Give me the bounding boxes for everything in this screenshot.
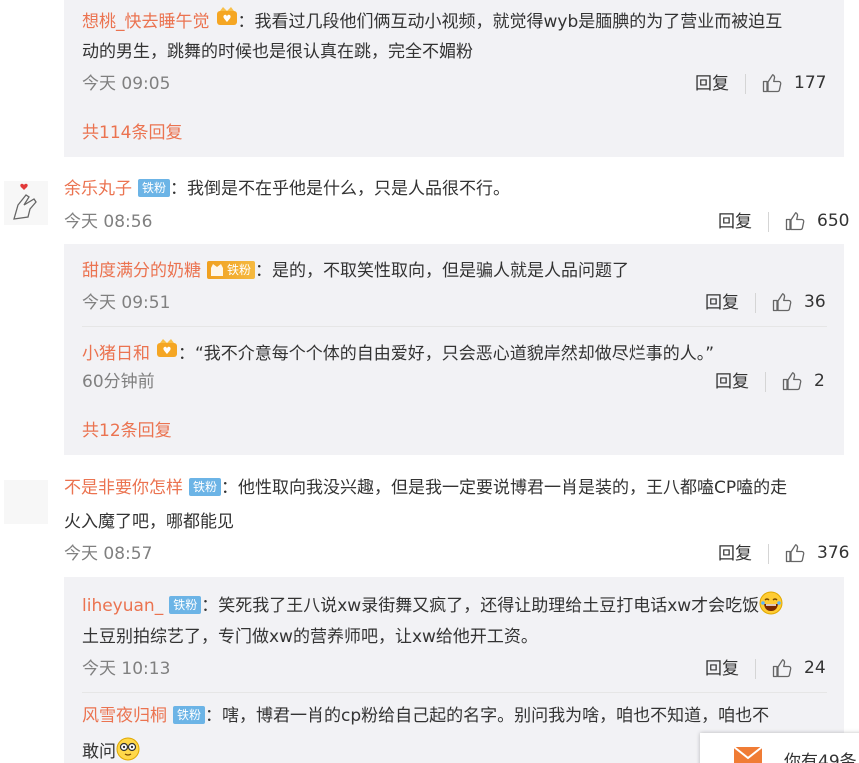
reply-text: ：是的，不取笑性取向，但是骗人就是人品问题了 — [255, 261, 630, 281]
gold-member-icon: ♥ — [156, 338, 178, 358]
reply-text: ：我看过几段他们俩互动小视频，就觉得wyb是腼腆的为了营业而被迫互 — [237, 12, 783, 32]
comment-username[interactable]: 不是非要你怎样 — [64, 478, 183, 498]
reply-button[interactable]: 回复 — [705, 658, 739, 680]
reply-content: 风雪夜归桐 铁粉 ：嗐，博君一肖的cp粉给自己起的名字。别问我为啥，咱也不知道，咱也… — [82, 704, 769, 728]
like-button[interactable]: 24 — [772, 657, 826, 679]
reply-text: ：笑死我了王八说xw录街舞又疯了，还得让助理给土豆打电话xw才会吃饭 — [201, 596, 760, 616]
fan-badge[interactable]: 铁粉 — [169, 596, 202, 614]
divider — [82, 692, 827, 693]
more-replies-link[interactable]: 共12条回复 — [82, 420, 172, 442]
thumb-up-icon — [785, 544, 805, 563]
reply-button[interactable]: 回复 — [718, 211, 752, 233]
reply-username[interactable]: 小猪日和 — [82, 344, 150, 364]
like-button[interactable]: 2 — [782, 370, 825, 392]
comment-content: 余乐丸子 铁粉 ：我倒是不在乎他是什么，只是人品很不行。 — [64, 177, 510, 201]
svg-text:♥: ♥ — [222, 14, 231, 25]
reply-username[interactable]: liheyuan_ — [82, 596, 163, 616]
like-count: 2 — [814, 371, 825, 391]
like-button[interactable]: 177 — [762, 72, 826, 94]
fan-badge[interactable]: 铁粉 — [189, 478, 222, 496]
divider — [82, 326, 827, 327]
reply-content: 甜度满分的奶糖 铁粉 ：是的，不取笑性取向，但是骗人就是人品问题了 — [82, 259, 629, 283]
comment-text-cont: 火入魔了吧，哪都能见 — [64, 512, 234, 532]
notification-text: 你有49条 — [784, 752, 857, 763]
comment-username[interactable]: 余乐丸子 — [64, 179, 132, 199]
like-count: 650 — [817, 211, 850, 231]
reply-username[interactable]: 想桃_快去睡午觉 — [82, 12, 210, 32]
divider — [745, 74, 746, 94]
reply-text: ：嗐，博君一肖的cp粉给自己起的名字。别问我为啥，咱也不知道，咱也不 — [205, 706, 770, 726]
divider — [755, 293, 756, 313]
mail-icon — [734, 747, 762, 763]
reply-content: liheyuan_ 铁粉 ：笑死我了王八说xw录街舞又疯了，还得让助理给土豆打电话x… — [82, 591, 783, 618]
avatar[interactable] — [4, 181, 48, 225]
like-button[interactable]: 36 — [772, 291, 826, 313]
reply-text-cont: 土豆别拍综艺了，专门做xw的营养师吧，让xw给他开工资。 — [82, 627, 538, 647]
reply-time: 今天 09:05 — [82, 74, 171, 94]
comment-time: 今天 08:56 — [64, 212, 153, 232]
reply-text: ：“我不介意每个个体的自由爱好，只会恶心道貌岸然却做尽烂事的人。” — [178, 344, 715, 364]
divider — [755, 659, 756, 679]
more-replies-link[interactable]: 共114条回复 — [82, 122, 182, 144]
reply-button[interactable]: 回复 — [705, 292, 739, 314]
comment-text: ：我倒是不在乎他是什么，只是人品很不行。 — [170, 179, 511, 199]
divider — [768, 212, 769, 232]
reply-button[interactable]: 回复 — [718, 543, 752, 565]
thumb-up-icon — [762, 74, 782, 93]
reply-time: 60分钟前 — [82, 372, 155, 392]
reply-content: 想桃_快去睡午觉 ♥ ：我看过几段他们俩互动小视频，就觉得wyb是腼腆的为了营业而被… — [82, 6, 782, 34]
reply-time: 今天 09:51 — [82, 293, 171, 313]
avatar[interactable] — [4, 480, 48, 524]
comment-text: ：他性取向我没兴趣，但是我一定要说博君一肖是装的，王八都嗑CP嗑的走 — [221, 478, 788, 498]
comment-content: 不是非要你怎样 铁粉 ：他性取向我没兴趣，但是我一定要说博君一肖是装的，王八都嗑CP… — [64, 476, 787, 500]
reply-username[interactable]: 甜度满分的奶糖 — [82, 261, 201, 281]
svg-text:♥: ♥ — [163, 346, 172, 357]
reply-button[interactable]: 回复 — [695, 73, 729, 95]
reply-username[interactable]: 风雪夜归桐 — [82, 706, 167, 726]
hand-heart-icon — [4, 181, 48, 225]
like-count: 177 — [794, 73, 827, 93]
thumb-up-icon — [785, 212, 805, 231]
like-count: 376 — [817, 543, 850, 563]
gold-member-icon: ♥ — [216, 6, 238, 26]
fan-badge[interactable]: 铁粉 — [173, 706, 206, 724]
gold-member-icon — [211, 264, 223, 276]
thumb-up-icon — [782, 372, 802, 391]
glasses-emoji-icon — [116, 737, 140, 761]
comment-time: 今天 08:57 — [64, 544, 153, 564]
like-button[interactable]: 650 — [785, 210, 849, 232]
divider — [768, 544, 769, 564]
reply-text-cont: 敢问 — [82, 737, 140, 763]
reply-content: 小猪日和 ♥ ：“我不介意每个个体的自由爱好，只会恶心道貌岸然却做尽烂事的人。” — [82, 338, 714, 366]
like-count: 24 — [804, 658, 826, 678]
laugh-emoji-icon — [759, 591, 783, 615]
like-count: 36 — [804, 292, 826, 312]
thumb-up-icon — [772, 293, 792, 312]
message-notification[interactable]: 你有49条 — [700, 733, 859, 763]
like-button[interactable]: 376 — [785, 542, 849, 564]
reply-text-cont: 动的男生，跳舞的时候也是很认真在跳，完全不媚粉 — [82, 42, 473, 62]
thumb-up-icon — [772, 659, 792, 678]
divider — [765, 372, 766, 392]
fan-badge[interactable]: 铁粉 — [138, 179, 171, 197]
reply-button[interactable]: 回复 — [715, 371, 749, 393]
gold-fan-badge[interactable]: 铁粉 — [207, 261, 256, 279]
reply-time: 今天 10:13 — [82, 659, 171, 679]
